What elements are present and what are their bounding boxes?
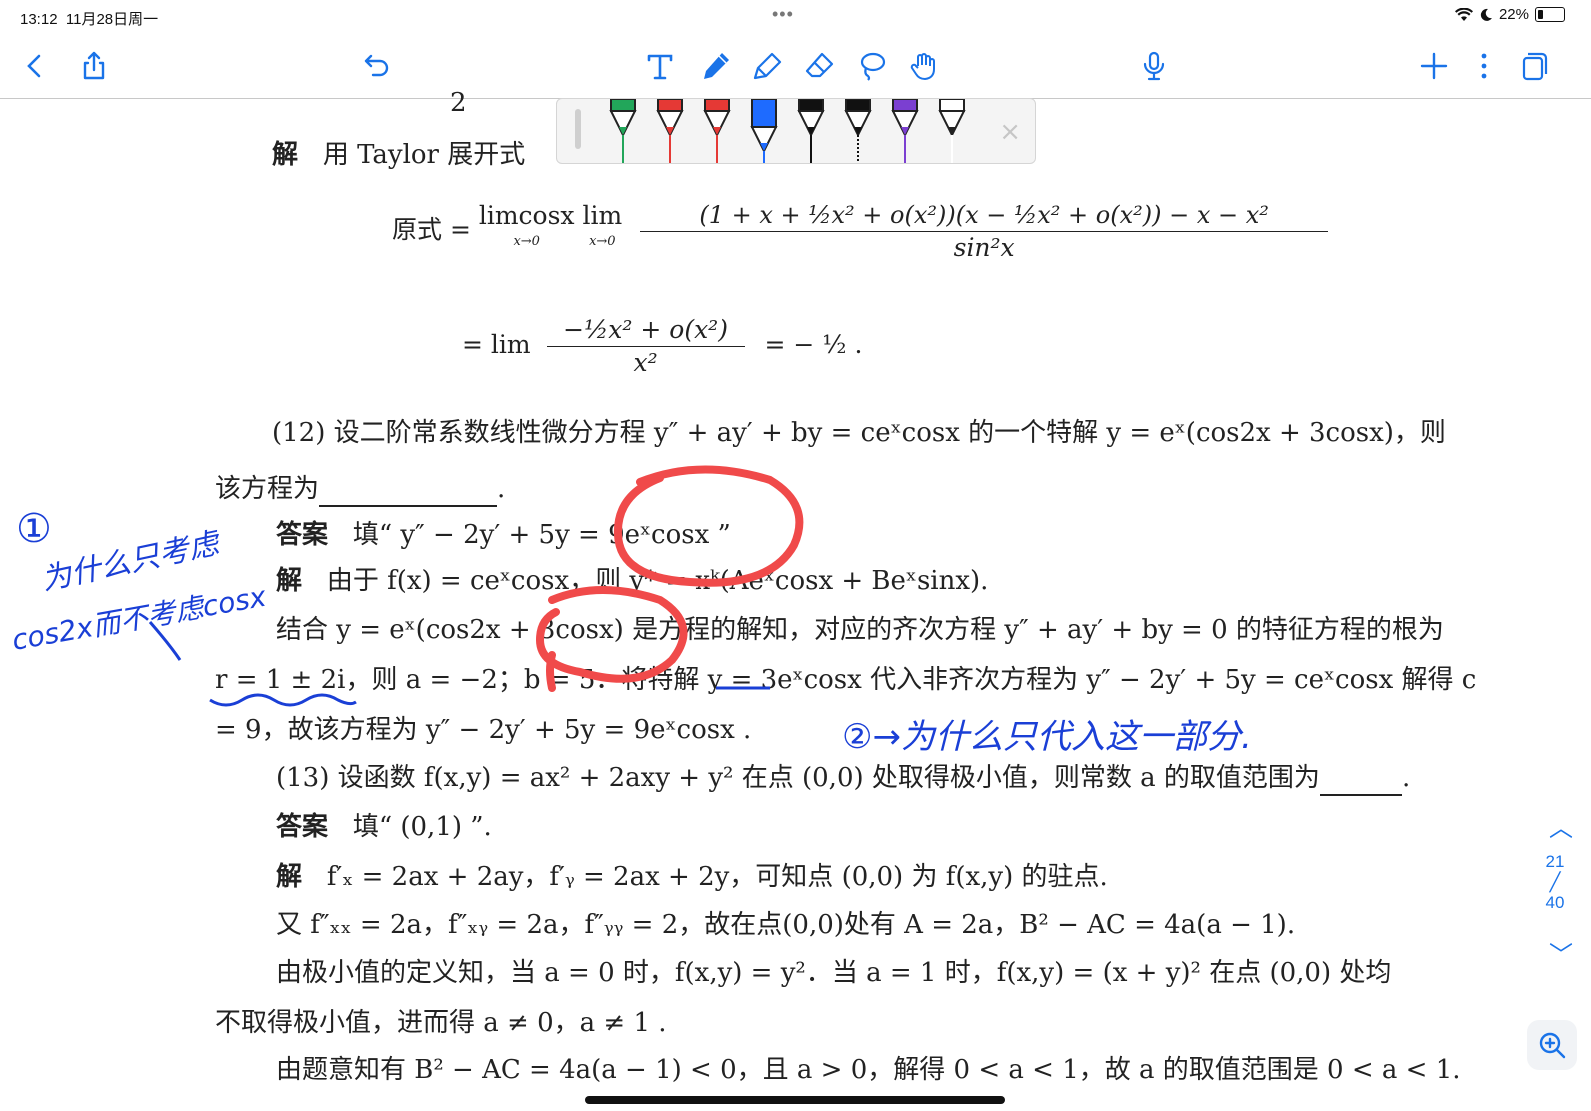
answer-13-label: 答案 — [276, 812, 329, 842]
eraser-icon[interactable] — [800, 46, 840, 86]
solution-13: 解 f′ₓ = 2ax + 2ay，f′ᵧ = 2ax + 2y，可知点 (0,… — [276, 861, 1108, 893]
answer-label: 答案 — [276, 520, 329, 550]
solution-12-label: 解 — [276, 566, 303, 596]
page-total: 40 — [1545, 893, 1565, 912]
equation-result: = lim −½x² + o(x²) x² = − ½ . — [462, 314, 862, 379]
solution-12-line4: = 9，故该方程为 y″ − 2y′ + 5y = 9eˣcosx . — [215, 715, 752, 745]
microphone-icon[interactable] — [1134, 46, 1174, 86]
add-icon[interactable] — [1414, 46, 1454, 86]
fraction-1-denominator: sin²x — [953, 233, 1015, 262]
more-icon[interactable] — [1464, 46, 1504, 86]
pen-color-1[interactable] — [652, 98, 688, 163]
lim-block-2: lim x→0 — [582, 200, 622, 264]
solution-label: 解 — [272, 140, 299, 170]
partial-line-top: 2 — [450, 88, 467, 118]
solution-13-line5: 由题意知有 B² − AC = 4a(a − 1) < 0，且 a > 0，解得… — [276, 1055, 1461, 1085]
page-indicator: 21 ╱ 40 — [1537, 852, 1573, 913]
page-up-icon[interactable]: ︿ — [1549, 808, 1573, 843]
eq-prefix: 原式 = — [392, 215, 479, 244]
pen-color-4[interactable] — [793, 98, 829, 163]
question-13: (13) 设函数 f(x,y) = ax² + 2axy + y² 在点 (0,… — [276, 762, 1410, 796]
close-icon[interactable]: × — [999, 117, 1021, 147]
pen-color-6[interactable] — [887, 98, 923, 163]
lasso-icon[interactable] — [852, 46, 892, 86]
q12-end: . — [497, 474, 506, 504]
palette-drag-handle[interactable] — [575, 109, 581, 149]
document-page[interactable]: 2 解 用 Taylor 展开式 原式 = limcosx x→0 lim x→… — [0, 88, 1591, 1111]
pen-tool-icon[interactable] — [696, 46, 736, 86]
solution-13-text: f′ₓ = 2ax + 2ay，f′ᵧ = 2ax + 2y，可知点 (0,0)… — [326, 862, 1108, 892]
share-icon[interactable] — [74, 46, 114, 86]
undo-icon[interactable] — [357, 46, 397, 86]
home-indicator[interactable] — [585, 1096, 1005, 1104]
q13-end: . — [1401, 763, 1411, 793]
solution-13-line3: 由极小值的定义知，当 a = 0 时，f(x,y) = y²．当 a = 1 时… — [276, 958, 1392, 988]
pen-palette[interactable]: × — [556, 98, 1036, 164]
solution-13-label: 解 — [276, 862, 303, 892]
solution-12-line2: 结合 y = eˣ(cos2x + 3cosx) 是方程的解知，对应的齐次方程 … — [276, 615, 1444, 645]
status-indicators: 22% — [1454, 6, 1565, 23]
answer-blank-13 — [1319, 762, 1402, 796]
eq2-result: = − ½ . — [764, 330, 863, 359]
solution-12: 解 由于 f(x) = ceˣcosx，则 y* = xᵏ(Aeˣcosx + … — [276, 565, 988, 597]
lim-block: limcosx x→0 — [479, 200, 575, 264]
page-down-icon[interactable]: ﹀ — [1549, 935, 1573, 970]
solution-12-line3: r = 1 ± 2i，则 a = −2；b = 5．将特解 y = 3eˣcos… — [215, 665, 1477, 695]
battery-icon — [1535, 7, 1565, 22]
zoom-in-icon[interactable] — [1527, 1020, 1577, 1070]
fraction-2: −½x² + o(x²) x² — [546, 314, 745, 379]
pen-color-7[interactable] — [934, 98, 970, 163]
status-bar: 13:12 11月28日周一 ••• 22% — [0, 0, 1591, 34]
page-current: 21 — [1545, 852, 1565, 871]
text-tool-icon[interactable] — [640, 46, 680, 86]
question-12-line2: 该方程为 . — [215, 473, 505, 507]
pen-color-2[interactable] — [699, 98, 735, 163]
eq2-prefix: = lim — [462, 330, 531, 359]
lim-sub-2: x→0 — [589, 233, 616, 249]
pen-color-5[interactable] — [840, 98, 876, 163]
wifi-icon — [1454, 7, 1473, 21]
fraction-2-denominator: x² — [633, 348, 658, 377]
toolbar — [0, 34, 1591, 99]
solution-12-text: 由于 f(x) = ceˣcosx，则 y* = xᵏ(Aeˣcosx + Be… — [326, 566, 989, 596]
solution-13-line2: 又 f″ₓₓ = 2a，f″ₓᵧ = 2a，f″ᵧᵧ = 2，故在点(0,0)处… — [276, 910, 1296, 940]
answer-text: 填“ y″ − 2y′ + 5y = 9eˣcosx ” — [352, 520, 731, 550]
status-date: 11月28日周一 — [65, 11, 159, 28]
q12-prompt: 该方程为 — [215, 474, 320, 504]
battery-percent: 22% — [1498, 6, 1529, 23]
hand-icon[interactable] — [904, 46, 944, 86]
solution-text: 用 Taylor 展开式 — [322, 140, 526, 170]
fraction-2-numerator: −½x² + o(x²) — [546, 314, 745, 347]
answer-13-text: 填“ (0,1) ”. — [352, 812, 492, 842]
equation-taylor: 原式 = limcosx x→0 lim x→0 (1 + x + ½x² + … — [392, 199, 1329, 264]
lim-sub: x→0 — [513, 233, 540, 249]
fraction-1-numerator: (1 + x + ½x² + o(x²))(x − ½x² + o(x²)) −… — [640, 199, 1329, 232]
back-icon[interactable] — [15, 46, 55, 86]
multitask-dots-icon[interactable]: ••• — [772, 4, 794, 25]
answer-12: 答案 填“ y″ − 2y′ + 5y = 9eˣcosx ” — [276, 519, 731, 551]
answer-blank — [319, 473, 498, 507]
highlighter-icon[interactable] — [748, 46, 788, 86]
pages-icon[interactable] — [1514, 46, 1554, 86]
answer-13: 答案 填“ (0,1) ”. — [276, 811, 492, 843]
solution-13-line4: 不取得极小值，进而得 a ≠ 0，a ≠ 1 . — [215, 1008, 667, 1038]
fraction-1: (1 + x + ½x² + o(x²))(x − ½x² + o(x²)) −… — [640, 199, 1329, 264]
solution-line: 解 用 Taylor 展开式 — [272, 139, 525, 171]
pen-color-3[interactable] — [746, 98, 782, 163]
q13-text: (13) 设函数 f(x,y) = ax² + 2axy + y² 在点 (0,… — [276, 763, 1320, 793]
status-time: 13:12 11月28日周一 — [20, 11, 159, 28]
question-12: (12) 设二阶常系数线性微分方程 y″ + ay′ + by = ceˣcos… — [272, 418, 1446, 448]
moon-icon — [1480, 8, 1492, 21]
pen-color-0[interactable] — [605, 98, 641, 163]
